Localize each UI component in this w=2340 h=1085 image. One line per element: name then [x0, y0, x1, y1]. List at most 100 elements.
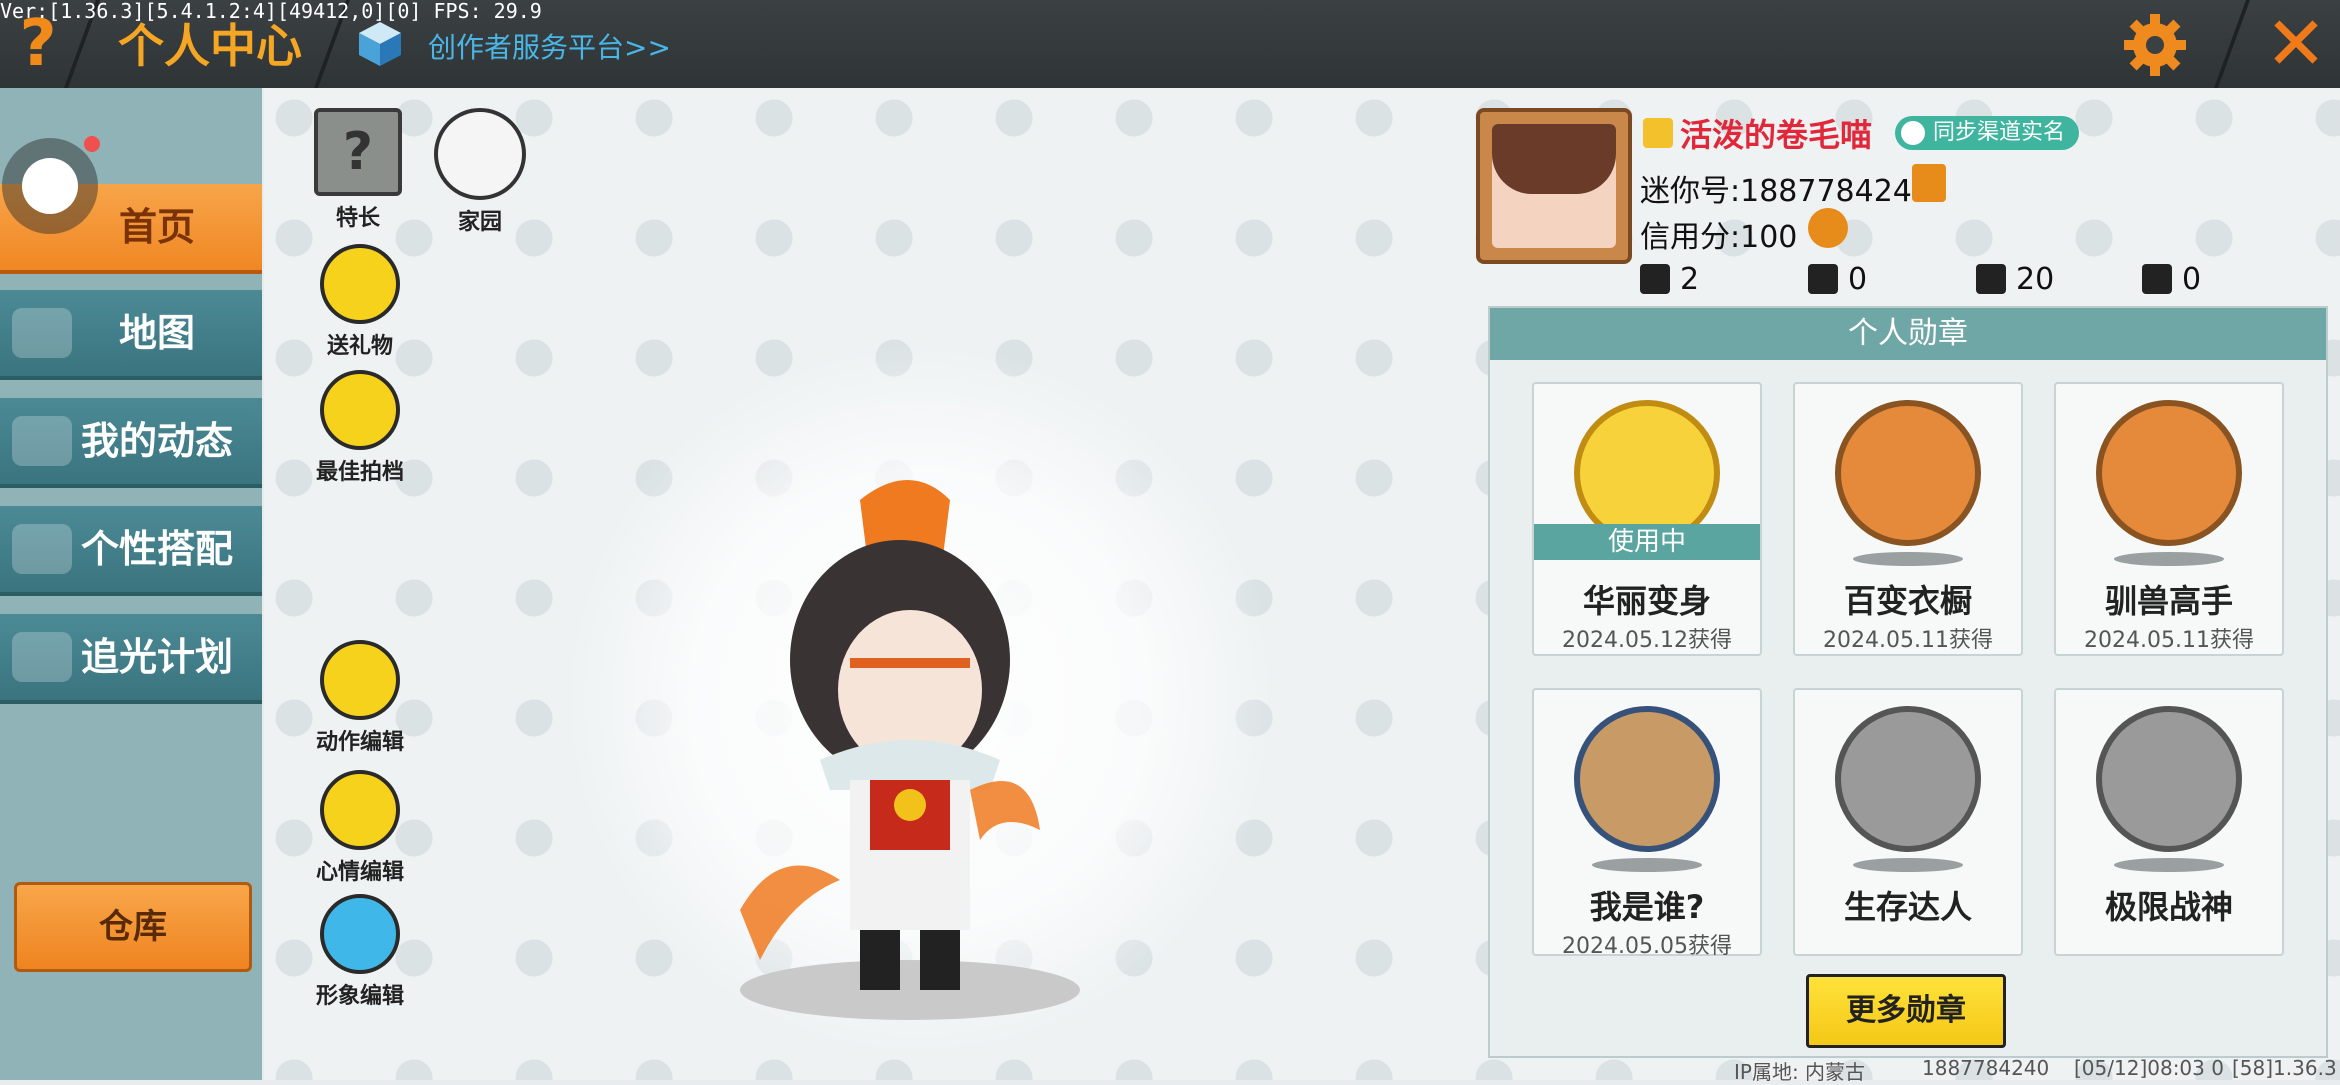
sidebar-item-label: 个性搭配 — [80, 527, 233, 571]
outfit-icon — [12, 524, 72, 574]
realname-badge[interactable]: 同步渠道实名 — [1895, 116, 2080, 150]
mood-edit-label: 心情编辑 — [315, 860, 404, 885]
medal-date: 2024.05.11获得 — [2084, 628, 2254, 653]
stat-follows[interactable]: 2 — [1640, 262, 1699, 297]
sidebar-item-outfit[interactable]: 个性搭配 — [0, 506, 262, 596]
medal-name: 驯兽高手 — [2104, 582, 2233, 620]
handshake-icon — [320, 370, 400, 450]
best-partner-label: 最佳拍档 — [315, 460, 404, 485]
flame-icon — [1976, 264, 2006, 294]
sidebar-item-map[interactable]: 地图 — [0, 290, 262, 380]
stat-value: 0 — [2182, 262, 2202, 297]
map-icon — [12, 308, 72, 358]
stat-fans[interactable]: 0 — [1808, 262, 1867, 297]
floating-joystick[interactable] — [2, 138, 98, 234]
cube-icon — [359, 22, 401, 66]
who-am-i-medal-icon — [1574, 706, 1720, 852]
creator-platform-link[interactable]: 创作者服务平台>> — [428, 26, 671, 66]
tamer-medal-icon — [2096, 400, 2242, 546]
look-edit-button[interactable]: 形象编辑 — [300, 894, 420, 1010]
sidebar-item-label: 我的动态 — [80, 419, 233, 463]
medal-shadow — [1853, 552, 1963, 566]
stat-popularity[interactable]: 20 — [1976, 262, 2054, 297]
close-button[interactable]: ✕ — [2258, 6, 2334, 82]
medal-card[interactable]: 使用中 华丽变身 2024.05.12获得 — [1532, 382, 1762, 656]
medal-card[interactable]: 生存达人 — [1793, 688, 2023, 956]
medal-shadow — [2114, 552, 2224, 566]
medal-date: 2024.05.05获得 — [1562, 934, 1732, 959]
medal-card[interactable]: 我是谁? 2024.05.05获得 — [1532, 688, 1762, 959]
medal-name: 生存达人 — [1843, 888, 1972, 926]
medal-card[interactable]: 极限战神 — [2054, 688, 2284, 956]
survivor-medal-icon — [1835, 706, 1981, 852]
stat-likes[interactable]: 0 — [2142, 262, 2201, 297]
sidebar-item-label: 地图 — [118, 311, 195, 355]
medal-date: 2024.05.11获得 — [1823, 628, 1993, 653]
home-button[interactable]: 家园 — [420, 108, 540, 236]
copy-icon[interactable] — [1912, 164, 1946, 202]
medal-card[interactable]: 百变衣橱 2024.05.11获得 — [1793, 382, 2023, 656]
more-medals-button[interactable]: 更多勋章 — [1806, 974, 2006, 1048]
footer-uid: 1887784240 — [1922, 1056, 2050, 1080]
vip-badge-icon — [1643, 118, 1673, 148]
bell-icon — [12, 416, 72, 466]
look-edit-label: 形象编辑 — [315, 984, 404, 1009]
action-edit-icon — [320, 640, 400, 720]
medal-name: 我是谁? — [1589, 888, 1705, 926]
fans-icon — [1808, 264, 1838, 294]
player-character — [740, 480, 1080, 1020]
talent-button[interactable]: ? 特长 — [298, 108, 418, 232]
sidebar-item-label: 首页 — [118, 205, 195, 249]
in-use-badge: 使用中 — [1534, 524, 1760, 560]
user-check-icon — [1901, 121, 1925, 145]
credit-info-icon[interactable] — [1808, 208, 1848, 248]
footer-version: [58]1.36.3 — [2232, 1056, 2337, 1080]
medal-shadow — [1592, 858, 1702, 872]
follow-plus-icon — [1640, 264, 1670, 294]
gift-icon — [320, 244, 400, 324]
notification-dot — [84, 136, 100, 152]
action-edit-label: 动作编辑 — [315, 730, 404, 755]
send-gift-button[interactable]: 送礼物 — [300, 244, 420, 360]
medal-date: 2024.05.12获得 — [1562, 628, 1732, 653]
best-partner-button[interactable]: 最佳拍档 — [300, 370, 420, 486]
talent-label: 特长 — [335, 206, 380, 231]
boss-medal-icon — [2096, 706, 2242, 852]
medal-shadow — [2114, 858, 2224, 872]
medal-name: 华丽变身 — [1582, 582, 1711, 620]
ip-location: IP属地: 内蒙古 — [1734, 1060, 1866, 1084]
stat-value: 20 — [2016, 262, 2055, 297]
mini-id: 迷你号:1887784240 — [1640, 174, 1931, 209]
joystick-knob[interactable] — [22, 158, 78, 214]
sidebar-item-label: 追光计划 — [80, 635, 233, 679]
action-edit-button[interactable]: 动作编辑 — [300, 640, 420, 756]
wardrobe-medal-icon — [1835, 400, 1981, 546]
player-avatar[interactable] — [1476, 108, 1632, 264]
home-label: 家园 — [457, 210, 502, 235]
sidebar-item-chase-light[interactable]: 追光计划 — [0, 614, 262, 704]
footer-timestamp: [05/12]08:03 0 — [2074, 1056, 2224, 1080]
outfit-edit-icon — [320, 894, 400, 974]
medal-panel: 个人勋章 使用中 华丽变身 2024.05.12获得 百变衣橱 2024.05.… — [1488, 306, 2328, 1058]
pencil-icon — [320, 770, 400, 850]
stat-value: 0 — [1848, 262, 1868, 297]
debug-overlay: Ver:[1.36.3][5.4.1.2:4][49412,0][0] FPS:… — [0, 0, 542, 23]
heart-icon — [2142, 264, 2172, 294]
player-nickname: 活泼的卷毛喵 — [1680, 116, 1873, 154]
gear-icon[interactable] — [2120, 10, 2190, 80]
medal-name: 百变衣橱 — [1843, 582, 1972, 620]
plan-icon — [12, 632, 72, 682]
mood-edit-button[interactable]: 心情编辑 — [300, 770, 420, 886]
medal-panel-title: 个人勋章 — [1490, 308, 2326, 360]
medal-shadow — [1853, 858, 1963, 872]
question-box-icon: ? — [314, 108, 402, 196]
medal-name: 极限战神 — [2104, 888, 2233, 926]
storage-button[interactable]: 仓库 — [14, 882, 252, 972]
avatar-hair — [1492, 124, 1616, 194]
realname-label: 同步渠道实名 — [1933, 120, 2066, 145]
send-gift-label: 送礼物 — [326, 334, 393, 359]
house-icon — [434, 108, 526, 200]
sidebar-item-my-feed[interactable]: 我的动态 — [0, 398, 262, 488]
credit-score: 信用分:100 — [1640, 220, 1798, 255]
medal-card[interactable]: 驯兽高手 2024.05.11获得 — [2054, 382, 2284, 656]
